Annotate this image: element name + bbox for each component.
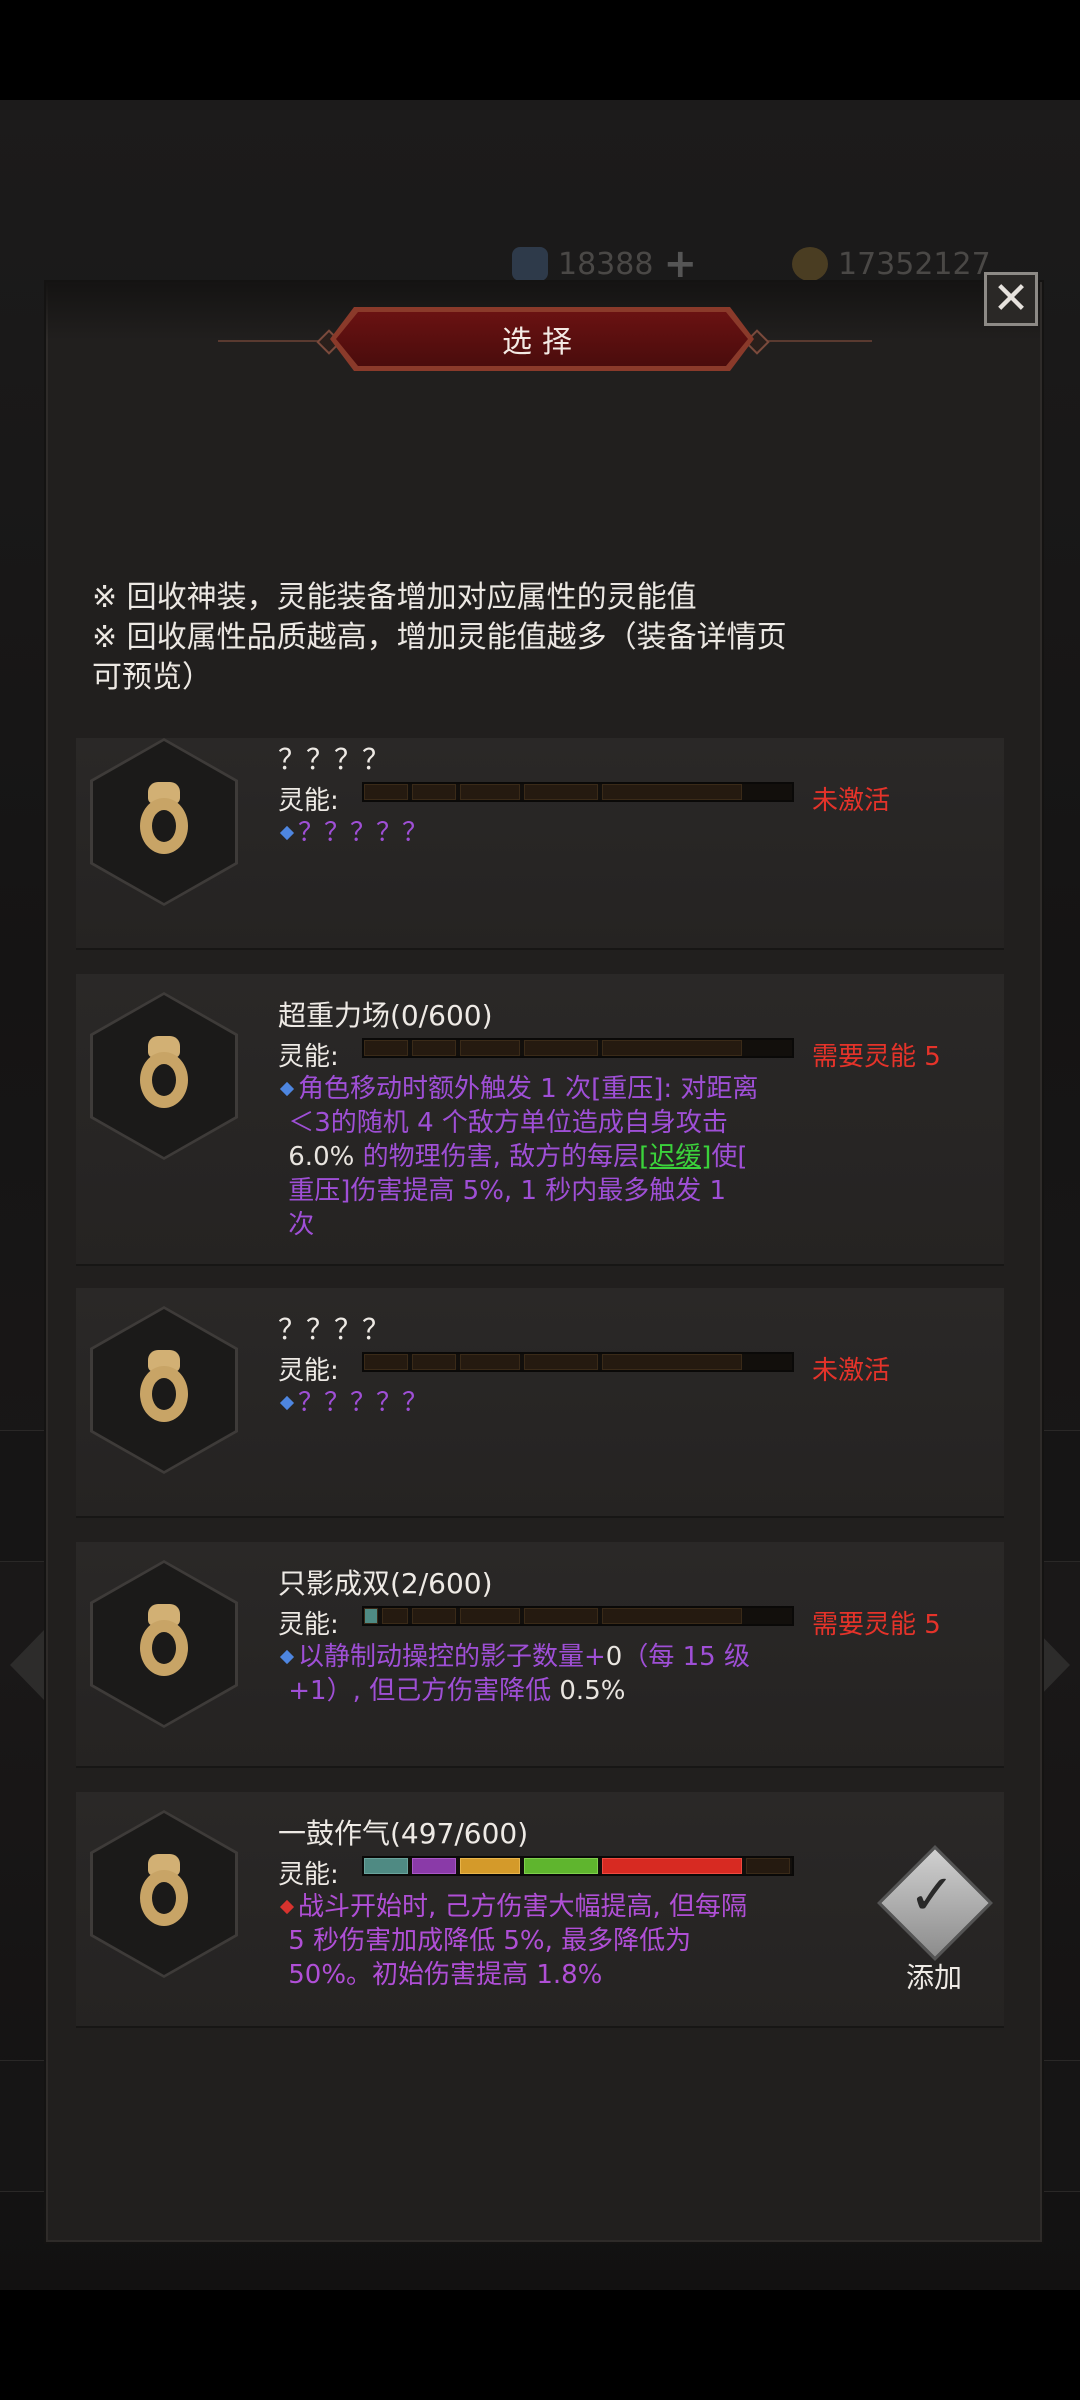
item-name: ？？？？ [278,743,391,776]
list-item[interactable]: 超重力场(0/600) 灵能: 需要灵能 5 角色移动时额外触发 1 次[重压]… [76,974,1004,1264]
status-badge: 未激活 [812,786,891,816]
close-button[interactable]: ✕ [984,272,1038,326]
gold-amount: 17352127 [838,246,991,282]
psionic-item-list[interactable]: ？？？？ 灵能: 未激活 ？？？？？ 超重力场(0/600) 灵能: 需要灵能 … [76,738,1004,2034]
energy-label: 灵能: [278,1860,339,1890]
note-line: ※ 回收属性品质越高，增加灵能值越多（装备详情页 [92,620,787,655]
energy-bar [362,782,794,802]
screen: 18388 + 17352127 选择 ✕ ※ 回收神装，灵能装备增加对应属性的… [0,0,1080,2400]
item-description: 战斗开始时, 己方伤害大幅提高, 但每隔 5 秒伤害加成降低 5%, 最多降低为… [279,1890,920,1992]
blue-gem-icon [279,1081,295,1097]
red-gem-icon [279,1899,295,1915]
modal-notes: ※ 回收神装，灵能装备增加对应属性的灵能值 ※ 回收属性品质越高，增加灵能值越多… [92,578,992,698]
energy-label: 灵能: [278,1610,339,1640]
item-name: 一鼓作气(497/600) [278,1817,529,1850]
gold-icon [792,247,828,281]
add-button[interactable]: ✓ 添加 [877,1845,993,2002]
item-description: 角色移动时额外触发 1 次[重压]: 对距离 ＜3的随机 4 个敌方单位造成自身… [279,1072,920,1242]
blue-gem-icon [279,825,295,841]
ring-icon [140,798,188,854]
item-frame [90,1306,238,1474]
ring-icon [140,1052,188,1108]
item-name: 只影成双(2/600) [278,1567,493,1600]
energy-label: 灵能: [278,1356,339,1386]
energy-label: 灵能: [278,786,339,816]
status-badge: 未激活 [812,1356,891,1386]
add-button-label: 添加 [905,1961,962,1994]
item-frame [90,738,238,906]
item-frame [90,1810,238,1978]
ring-icon [140,1870,188,1926]
modal-title: 选择 [502,325,582,360]
gem-icon [512,247,548,281]
item-description: ？？？？？ [279,816,920,850]
list-item[interactable]: ？？？？ 灵能: 未激活 ？？？？？ [76,738,1004,948]
ring-icon [140,1620,188,1676]
title-banner: 选择 [336,312,748,366]
ring-icon [140,1366,188,1422]
energy-bar [362,1352,794,1372]
item-description: 以静制动操控的影子数量+0（每 15 级 +1）, 但己方伤害降低 0.5% [279,1640,920,1708]
status-badge: 需要灵能 5 [812,1042,941,1072]
item-name: ？？？？ [278,1313,391,1346]
note-line: 可预览） [92,660,212,695]
status-badge: 需要灵能 5 [812,1610,941,1640]
item-frame [90,1560,238,1728]
close-icon: ✕ [992,273,1030,324]
note-line: ※ 回收神装，灵能装备增加对应属性的灵能值 [92,580,697,615]
energy-label: 灵能: [278,1042,339,1072]
list-item[interactable]: 一鼓作气(497/600) 灵能: 战斗开始时, 己方伤害大幅提高, 但每隔 5… [76,1792,1004,2026]
blue-gem-icon [279,1649,295,1665]
list-item[interactable]: ？？？？ 灵能: 未激活 ？？？？？ [76,1288,1004,1516]
item-description: ？？？？？ [279,1386,920,1420]
gem-amount: 18388 [558,246,654,282]
item-frame [90,992,238,1160]
checkmark-icon: ✓ [908,1863,956,1928]
list-item[interactable]: 只影成双(2/600) 灵能: 需要灵能 5 以静制动操控的影子数量+0（每 1… [76,1542,1004,1766]
energy-bar [362,1606,794,1626]
energy-bar [362,1038,794,1058]
energy-bar [362,1856,794,1876]
item-name: 超重力场(0/600) [278,999,493,1032]
blue-gem-icon [279,1395,295,1411]
